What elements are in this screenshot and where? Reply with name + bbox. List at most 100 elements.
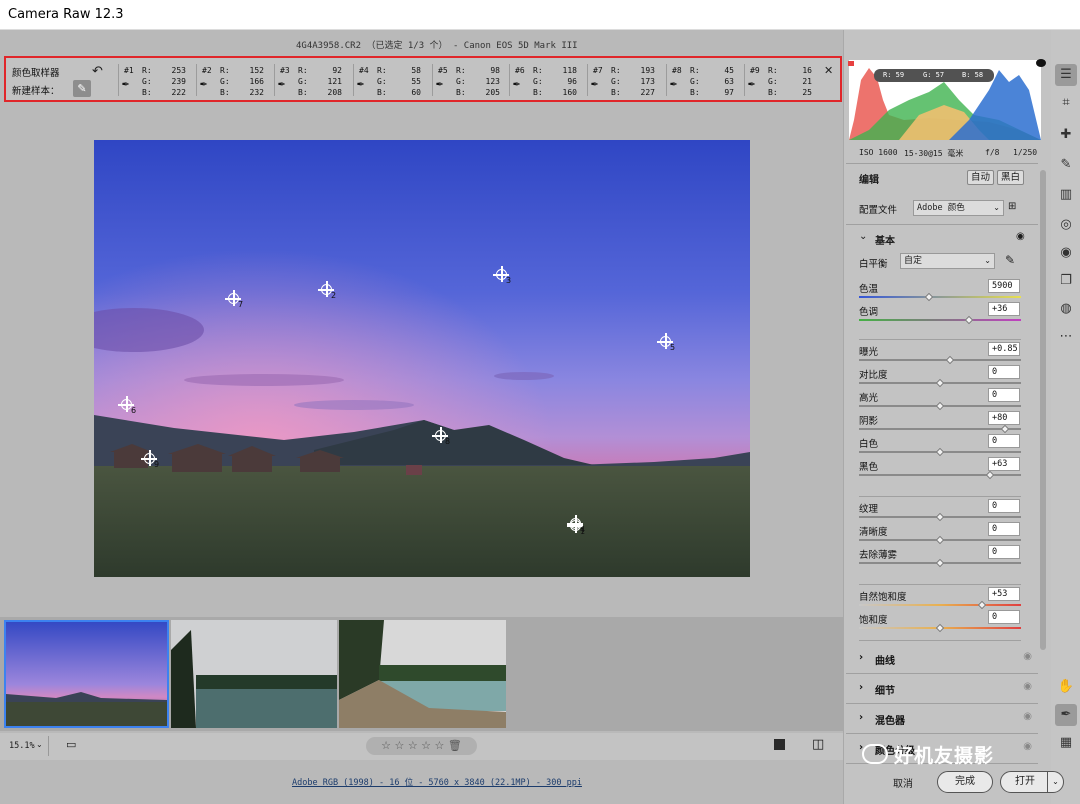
highlights-value-field[interactable]: 0 <box>988 388 1020 402</box>
done-button[interactable]: 完成 <box>937 771 993 793</box>
chevron-right-icon: › <box>859 682 864 693</box>
sample-point-marker[interactable]: 7 <box>225 290 250 311</box>
auto-button[interactable]: 自动 <box>967 170 994 185</box>
profile-select[interactable]: Adobe 颜色 ⌄ <box>913 200 1004 216</box>
dehaze-value-field[interactable]: 0 <box>988 545 1020 559</box>
vibrance-slider-track[interactable] <box>859 604 1021 606</box>
whites-value-field[interactable]: 0 <box>988 434 1020 448</box>
filmstrip-thumb-1[interactable] <box>4 620 169 728</box>
shadows-slider-track[interactable] <box>859 428 1021 430</box>
more-icon[interactable]: ⋯ <box>1055 326 1077 348</box>
color-sample-7[interactable]: #7 ✒ R: G: B: 193 173 227 <box>581 64 659 97</box>
workflow-options-link[interactable]: Adobe RGB (1998) - 16 位 - 5760 x 3840 (2… <box>292 776 582 788</box>
sample-point-marker[interactable]: 3 <box>493 266 518 287</box>
before-after-icon[interactable] <box>774 739 785 750</box>
sample-eyedropper-icon[interactable]: ✒ <box>670 76 677 90</box>
filmstrip-thumb-3[interactable] <box>339 620 506 728</box>
cancel-button[interactable]: 取消 <box>893 775 913 790</box>
blacks-slider-track[interactable] <box>859 474 1021 476</box>
temp-value-field[interactable]: 5900 <box>988 279 1020 293</box>
eye-icon[interactable]: ◉ <box>1023 711 1032 722</box>
basic-collapse-icon[interactable]: ⌄ <box>859 231 867 242</box>
white-balance-select[interactable]: 自定 ⌄ <box>900 253 995 269</box>
zoom-chevron-icon[interactable]: ⌄ <box>36 740 43 749</box>
sample-point-marker[interactable]: 6 <box>118 396 143 417</box>
panel-scrollbar[interactable] <box>1040 170 1046 650</box>
sample-point-marker[interactable]: 4 <box>567 515 592 536</box>
sample-point-marker[interactable]: 8 <box>432 427 457 448</box>
sample-point-marker[interactable]: 5 <box>657 333 682 354</box>
filmstrip-thumb-2[interactable] <box>171 620 337 728</box>
exposure-value-field[interactable]: +0.85 <box>988 342 1020 356</box>
sample-eyedropper-icon[interactable]: ✒ <box>357 76 364 90</box>
sample-point-marker[interactable]: 2 <box>318 281 343 302</box>
presets-icon[interactable]: ◍ <box>1055 298 1077 320</box>
blacks-value-field[interactable]: +63 <box>988 457 1020 471</box>
close-sampler-button[interactable]: ✕ <box>824 64 833 77</box>
temp-slider-track[interactable] <box>859 296 1021 298</box>
section-3[interactable]: › 混色器 ◉ <box>850 706 1038 732</box>
filmstrip-toggle-icon[interactable]: ▭ <box>66 738 76 751</box>
shadows-value-field[interactable]: +80 <box>988 411 1020 425</box>
star-rating[interactable]: ☆ ☆ ☆ ☆ ☆ 🗑 <box>366 737 477 755</box>
highlight-clipping-icon[interactable] <box>1036 59 1046 67</box>
sample-rgb-values: 45 63 97 <box>724 66 734 97</box>
white-balance-eyedropper-icon[interactable]: ✎ <box>1005 253 1015 267</box>
vibrance-value-field[interactable]: +53 <box>988 587 1020 601</box>
shadow-clipping-icon[interactable] <box>848 61 854 66</box>
red-eye-icon[interactable]: ◉ <box>1055 242 1077 264</box>
color-sample-9[interactable]: #9 ✒ R: G: B: 16 21 25 <box>738 64 816 97</box>
color-sample-8[interactable]: #8 ✒ R: G: B: 45 63 97 <box>660 64 738 97</box>
sample-point-marker[interactable]: 9 <box>141 450 166 471</box>
sample-eyedropper-icon[interactable]: ✒ <box>513 76 520 90</box>
reset-samplers-icon[interactable]: ↶ <box>92 64 103 79</box>
color-sample-5[interactable]: #5 ✒ R: G: B: 98 123 205 <box>426 64 504 97</box>
texture-value-field[interactable]: 0 <box>988 499 1020 513</box>
brush-icon[interactable]: ✎ <box>1055 154 1077 176</box>
sample-eyedropper-icon[interactable]: ✒ <box>122 76 129 90</box>
tint-slider-track[interactable] <box>859 319 1021 321</box>
sample-eyedropper-icon[interactable]: ✒ <box>278 76 285 90</box>
sample-eyedropper-icon[interactable]: ✒ <box>748 76 755 90</box>
sample-number: #9 <box>750 66 760 75</box>
color-sample-3[interactable]: #3 ✒ R: G: B: 92 121 208 <box>268 64 346 97</box>
texture-label: 纹理 <box>859 504 879 515</box>
tint-value-field[interactable]: +36 <box>988 302 1020 316</box>
crop-icon[interactable]: ⌗ <box>1055 92 1077 114</box>
color-sample-4[interactable]: #4 ✒ R: G: B: 58 55 60 <box>347 64 425 97</box>
hand-icon[interactable]: ✋ <box>1055 676 1077 698</box>
graduated-filter-icon[interactable]: ▥ <box>1055 184 1077 206</box>
edit-title: 编辑 <box>859 175 879 186</box>
main-photo-preview[interactable]: 123456789 <box>94 140 750 577</box>
saturation-value-field[interactable]: 0 <box>988 610 1020 624</box>
eye-icon[interactable]: ◉ <box>1023 681 1032 692</box>
color-sample-1[interactable]: #1 ✒ R: G: B: 253 239 222 <box>112 64 190 97</box>
color-sample-6[interactable]: #6 ✒ R: G: B: 118 96 160 <box>503 64 581 97</box>
grid-icon[interactable]: ▦ <box>1055 732 1077 754</box>
compare-view-icon[interactable]: ◫ <box>812 737 824 752</box>
section-1[interactable]: › 曲线 ◉ <box>850 646 1038 672</box>
clarity-value-field[interactable]: 0 <box>988 522 1020 536</box>
color-sampler-icon[interactable]: ✒ <box>1055 704 1077 726</box>
sample-eyedropper-icon[interactable]: ✒ <box>200 76 207 90</box>
profile-browser-icon[interactable]: ⊞ <box>1008 201 1016 212</box>
black-white-button[interactable]: 黑白 <box>997 170 1024 185</box>
section-2[interactable]: › 细节 ◉ <box>850 676 1038 702</box>
exposure-slider-track[interactable] <box>859 359 1021 361</box>
healing-icon[interactable]: ✚ <box>1055 124 1077 146</box>
eye-icon[interactable]: ◉ <box>1023 651 1032 662</box>
new-sample-eyedropper-icon[interactable]: ✎ <box>73 80 91 97</box>
sample-eyedropper-icon[interactable]: ✒ <box>591 76 598 90</box>
sample-eyedropper-icon[interactable]: ✒ <box>436 76 443 90</box>
open-button[interactable]: 打开 ⌄ <box>1000 771 1064 793</box>
open-options-chevron-icon[interactable]: ⌄ <box>1047 772 1063 792</box>
snapshots-icon[interactable]: ❐ <box>1055 270 1077 292</box>
contrast-value-field[interactable]: 0 <box>988 365 1020 379</box>
edit-sliders-icon[interactable]: ☰ <box>1055 64 1077 86</box>
color-sample-2[interactable]: #2 ✒ R: G: B: 152 166 232 <box>190 64 268 97</box>
zoom-level[interactable]: 15.1% <box>9 741 35 751</box>
eye-icon[interactable]: ◉ <box>1016 231 1025 242</box>
radial-filter-icon[interactable]: ◎ <box>1055 214 1077 236</box>
whites-label: 白色 <box>859 439 879 450</box>
saturation-label: 饱和度 <box>859 615 888 626</box>
